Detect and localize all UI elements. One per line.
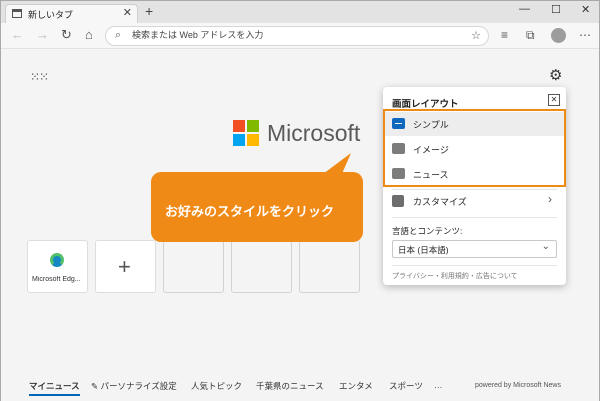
quick-link-empty: [299, 240, 360, 293]
language-select[interactable]: 日本 (日本語) ⌄: [392, 240, 557, 258]
browser-window: 新しいタブ ✕ + — ☐ ✕ ← → ↻ ⌂ ⌕ ☆ ≡ ⧉ ⋯ ⁙⁙ ⚙ M…: [0, 0, 600, 401]
logo-red: [233, 120, 245, 132]
powered-by-text: powered by Microsoft News: [475, 382, 561, 389]
logo-yellow: [247, 134, 259, 146]
address-bar[interactable]: ⌕ ☆: [105, 26, 489, 46]
browser-tab[interactable]: 新しいタブ ✕: [5, 4, 138, 23]
quick-link-empty: [231, 240, 292, 293]
privacy-links[interactable]: プライバシー・利用規約・広告について: [392, 271, 518, 281]
tab-trending[interactable]: 人気トピック: [191, 380, 242, 392]
microsoft-logo-icon: [233, 120, 260, 147]
language-label: 言語とコンテンツ:: [392, 226, 463, 236]
close-window-button[interactable]: ✕: [581, 3, 590, 16]
tab-my-news[interactable]: マイニュース: [29, 380, 80, 396]
divider: [392, 217, 557, 218]
callout-text: お好みのスタイルをクリック: [165, 204, 335, 219]
language-value: 日本 (日本語): [398, 245, 449, 255]
customize-button[interactable]: カスタマイズ ›: [384, 189, 565, 213]
title-bar: 新しいタブ ✕ + — ☐ ✕: [1, 1, 599, 23]
new-tab-button[interactable]: +: [145, 3, 153, 19]
favorites-icon[interactable]: ≡: [501, 28, 508, 42]
layout-options-highlight: [383, 109, 566, 187]
collections-icon[interactable]: ⧉: [526, 28, 535, 43]
customize-label: カスタマイズ: [413, 197, 467, 207]
search-icon: ⌕: [115, 29, 122, 41]
tab-entertainment[interactable]: エンタメ: [339, 380, 373, 392]
panel-title: 画面レイアウト: [392, 99, 459, 110]
tab-title: 新しいタブ: [28, 10, 74, 20]
chevron-right-icon: ›: [548, 192, 552, 206]
gear-icon[interactable]: ⚙: [549, 66, 562, 84]
more-menu-icon[interactable]: ⋯: [579, 28, 591, 42]
new-tab-page: ⁙⁙ ⚙ Microsoft Microsoft Edg... + マイニュース…: [1, 50, 599, 401]
refresh-button[interactable]: ↻: [61, 27, 72, 43]
callout-bubble: お好みのスタイルをクリック: [151, 172, 363, 242]
tab-more[interactable]: …: [434, 380, 443, 390]
app-launcher-icon[interactable]: ⁙⁙: [30, 70, 49, 84]
tab-personalize-label: パーソナライズ設定: [100, 381, 177, 391]
page-icon: [12, 9, 22, 18]
profile-avatar[interactable]: [551, 28, 566, 43]
toolbar: ← → ↻ ⌂ ⌕ ☆ ≡ ⧉ ⋯: [1, 23, 599, 49]
divider: [392, 265, 557, 266]
chevron-down-icon: ⌄: [541, 241, 550, 252]
tab-close-icon[interactable]: ✕: [123, 6, 132, 19]
address-input[interactable]: [132, 30, 432, 40]
home-button[interactable]: ⌂: [85, 27, 93, 42]
back-button[interactable]: ←: [11, 27, 24, 42]
quick-link-edge[interactable]: Microsoft Edg...: [27, 240, 88, 293]
tile-label: Microsoft Edg...: [32, 276, 81, 283]
maximize-button[interactable]: ☐: [551, 3, 561, 16]
logo-green: [247, 120, 259, 132]
add-quick-link-button[interactable]: +: [95, 240, 156, 293]
tab-personalize[interactable]: ✎ パーソナライズ設定: [91, 380, 177, 392]
favorite-star-icon[interactable]: ☆: [471, 29, 481, 42]
forward-button[interactable]: →: [36, 27, 49, 42]
close-icon[interactable]: ✕: [548, 94, 560, 106]
minimize-button[interactable]: —: [519, 3, 530, 15]
tab-local-news[interactable]: 千葉県のニュース: [256, 380, 324, 392]
plus-icon: +: [118, 254, 131, 279]
brand-text: Microsoft: [267, 120, 361, 146]
pencil-icon: [392, 195, 404, 207]
logo-blue: [233, 134, 245, 146]
edge-icon: [50, 253, 64, 267]
tab-sports[interactable]: スポーツ: [389, 380, 423, 392]
quick-link-empty: [163, 240, 224, 293]
